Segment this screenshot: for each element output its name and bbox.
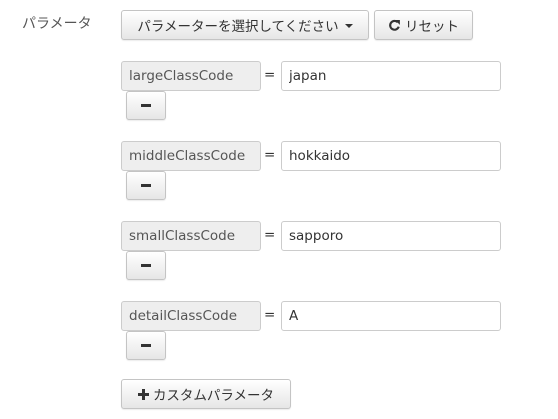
minus-icon xyxy=(141,184,151,187)
add-custom-parameter-label: カスタムパラメータ xyxy=(152,388,275,404)
reset-button-label: リセット xyxy=(405,19,459,35)
equals-sign: = xyxy=(264,147,276,163)
parameter-select-label: パラメーターを選択してください xyxy=(137,19,339,35)
param-key-detailClassCode: detailClassCode xyxy=(121,301,261,331)
remove-param-button[interactable] xyxy=(126,251,166,280)
parameters-label: パラメータ xyxy=(22,16,92,32)
param-key-smallClassCode: smallClassCode xyxy=(121,221,261,251)
refresh-icon xyxy=(389,19,400,31)
param-value-largeClassCode[interactable] xyxy=(281,61,501,91)
param-key-largeClassCode: largeClassCode xyxy=(121,61,261,91)
minus-icon xyxy=(141,264,151,267)
remove-param-button[interactable] xyxy=(126,91,166,120)
equals-sign: = xyxy=(264,67,276,83)
minus-icon xyxy=(141,104,151,107)
plus-icon xyxy=(137,388,149,400)
remove-param-button[interactable] xyxy=(126,171,166,200)
minus-icon xyxy=(141,344,151,347)
equals-sign: = xyxy=(264,307,276,323)
param-value-middleClassCode[interactable] xyxy=(281,141,501,171)
param-key-middleClassCode: middleClassCode xyxy=(121,141,261,171)
caret-down-icon xyxy=(344,23,353,28)
remove-param-button[interactable] xyxy=(126,331,166,360)
add-custom-parameter-button[interactable]: カスタムパラメータ xyxy=(121,379,291,409)
param-value-detailClassCode[interactable] xyxy=(281,301,501,331)
reset-button[interactable]: リセット xyxy=(374,10,473,40)
param-value-smallClassCode[interactable] xyxy=(281,221,501,251)
equals-sign: = xyxy=(264,227,276,243)
parameter-select-dropdown[interactable]: パラメーターを選択してください xyxy=(121,10,369,40)
